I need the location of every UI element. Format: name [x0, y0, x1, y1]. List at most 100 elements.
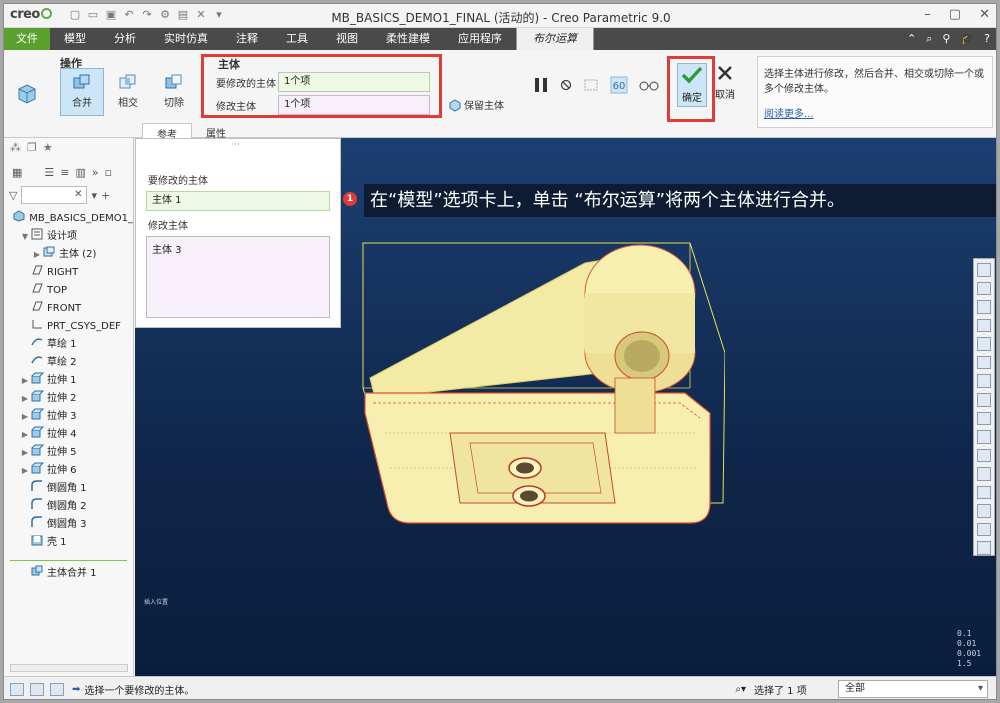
tab-simulate[interactable]: 实时仿真 [150, 28, 222, 50]
expand-arrow-icon[interactable]: ▶ [20, 426, 30, 444]
tree-root-part[interactable]: MB_BASICS_DEMO1_ [4, 209, 133, 228]
tree-item[interactable]: ▶ 拉伸 6 [4, 462, 133, 480]
tab-annotate[interactable]: 注释 [222, 28, 272, 50]
csys-display-icon[interactable] [977, 504, 991, 518]
merge-button[interactable]: 合并 [60, 68, 104, 116]
refit-icon[interactable] [977, 263, 991, 277]
expand-arrow-icon[interactable]: ▶ [32, 246, 42, 264]
pause-regen-icon[interactable] [977, 522, 991, 537]
tab-file[interactable]: 文件 [4, 28, 50, 50]
perspective-icon[interactable] [977, 392, 991, 407]
ref-modifying-body-collector[interactable]: 主体 3 [146, 236, 330, 318]
insert-here-marker[interactable] [10, 552, 127, 561]
funnel-icon[interactable]: ▽ [9, 189, 17, 202]
saved-orientations-icon[interactable] [977, 355, 991, 370]
minimize-icon[interactable]: – [924, 7, 931, 22]
subtract-button[interactable]: 切除 [152, 68, 196, 116]
selection-filter-dropdown[interactable]: 全部 [838, 680, 988, 698]
tree-expand-icon[interactable]: » [92, 166, 99, 179]
zoom-out-icon[interactable] [977, 300, 991, 314]
tree-show-icon[interactable]: ▫ [105, 166, 112, 179]
tree-filter-toggle-icon[interactable]: ▥ [76, 166, 86, 179]
glasses-preview-icon[interactable] [638, 78, 660, 92]
favorites-icon[interactable]: ★ [43, 141, 53, 157]
tree-item[interactable]: TOP [4, 282, 133, 300]
close-icon[interactable]: ✕ [979, 7, 990, 22]
datum-display-icon[interactable] [977, 430, 991, 444]
tree-item[interactable]: ▶ 拉伸 2 [4, 390, 133, 408]
expand-arrow-icon[interactable]: ▶ [20, 462, 30, 480]
intersect-button[interactable]: 相交 [106, 68, 150, 116]
tab-analysis[interactable]: 分析 [100, 28, 150, 50]
help-icon[interactable]: ? [984, 28, 990, 50]
pause-icon[interactable] [532, 76, 550, 94]
panel-grip-icon[interactable]: ⋯ [231, 140, 240, 150]
tree-item[interactable]: 倒圆角 2 [4, 497, 133, 516]
help-cap-icon[interactable]: 🎓 [960, 28, 974, 50]
collapse-ribbon-icon[interactable]: ⌃ [907, 28, 916, 50]
tree-item[interactable]: FRONT [4, 300, 133, 318]
ref-body-to-modify-collector[interactable]: 主体 1 [146, 191, 330, 211]
ref-modifying-body-item[interactable]: 主体 3 [152, 245, 182, 256]
tree-item[interactable]: RIGHT [4, 264, 133, 282]
zoom-in-icon[interactable] [977, 281, 991, 296]
tree-item[interactable]: ▶ 主体 (2) [4, 246, 133, 264]
folder-browser-icon[interactable]: ❐ [27, 141, 37, 157]
collapse-arrow-icon[interactable]: ▼ [20, 228, 30, 246]
tree-item[interactable]: ▶ 拉伸 1 [4, 372, 133, 390]
tree-columns-icon[interactable]: ☰ [44, 166, 54, 179]
tree-settings-icon[interactable]: ▦ [12, 166, 22, 179]
tab-tools[interactable]: 工具 [272, 28, 322, 50]
tree-item[interactable]: ▶ 拉伸 5 [4, 444, 133, 462]
model-tree-tab-icon[interactable]: ⁂ [10, 141, 21, 157]
tree-item[interactable]: ▼ 设计项 [4, 228, 133, 246]
expand-arrow-icon[interactable]: ▶ [20, 408, 30, 426]
tab-boolean-operations[interactable]: 布尔运算 [516, 28, 594, 50]
tree-horizontal-scrollbar[interactable] [10, 664, 128, 672]
tree-item-body-merge[interactable]: 主体合并 1 [4, 565, 133, 583]
tree-item[interactable]: 草绘 2 [4, 354, 133, 372]
verify-preview-icon[interactable]: 60 [610, 76, 628, 94]
tree-item[interactable]: 倒圆角 1 [4, 479, 133, 498]
command-search-icon[interactable]: ⚲ [942, 28, 950, 50]
point-display-icon[interactable] [977, 485, 991, 500]
add-column-icon[interactable]: + [101, 189, 110, 202]
annotation-display-icon[interactable] [977, 448, 991, 463]
graphics-viewport[interactable]: ⋯ 要修改的主体 主体 1 修改主体 主体 3 1 在“模型”选项卡上，单击 “… [135, 138, 996, 676]
keep-body-checkbox[interactable]: 保留主体 [448, 97, 504, 112]
find-binoculars-icon[interactable]: ⌕▾ [735, 684, 746, 695]
show-navigator-icon[interactable] [10, 682, 24, 696]
tree-item[interactable]: 草绘 1 [4, 336, 133, 354]
display-style-icon[interactable] [977, 337, 991, 351]
maximize-icon[interactable]: ▢ [949, 7, 961, 22]
expand-arrow-icon[interactable]: ▶ [20, 444, 30, 462]
tree-item[interactable]: PRT_CSYS_DEF [4, 318, 133, 336]
no-preview-icon[interactable] [560, 79, 572, 91]
tree-item[interactable]: ▶ 拉伸 4 [4, 426, 133, 444]
search-icon[interactable]: ⌕ [926, 28, 932, 50]
tab-flexible-modeling[interactable]: 柔性建模 [372, 28, 444, 50]
attached-preview-icon[interactable] [582, 77, 600, 93]
expand-arrow-icon[interactable]: ▶ [20, 390, 30, 408]
cancel-button[interactable]: 取消 [712, 63, 738, 101]
read-more-link[interactable]: 阅读更多... [764, 107, 814, 122]
spin-center-icon[interactable] [977, 467, 991, 481]
tree-search-input[interactable]: ✕ [21, 186, 88, 204]
view-manager-icon[interactable] [977, 374, 991, 388]
tree-item[interactable]: 倒圆角 3 [4, 515, 133, 534]
tree-item[interactable]: 壳 1 [4, 534, 133, 552]
more-tools-icon[interactable] [977, 541, 991, 555]
ok-button[interactable]: 确定 [677, 63, 707, 107]
tree-item[interactable]: ▶ 拉伸 3 [4, 408, 133, 426]
repaint-icon[interactable] [977, 318, 991, 333]
expand-arrow-icon[interactable]: ▶ [20, 372, 30, 390]
show-browser-icon[interactable] [30, 682, 44, 696]
tree-filter-dropdown-icon[interactable]: ▾ [91, 189, 97, 202]
tab-applications[interactable]: 应用程序 [444, 28, 516, 50]
section-icon[interactable] [977, 411, 991, 426]
tab-view[interactable]: 视图 [322, 28, 372, 50]
tree-list-icon[interactable]: ≡ [60, 166, 69, 179]
tab-model[interactable]: 模型 [50, 28, 100, 50]
full-screen-icon[interactable] [50, 682, 64, 696]
extrude-icon [30, 444, 47, 463]
